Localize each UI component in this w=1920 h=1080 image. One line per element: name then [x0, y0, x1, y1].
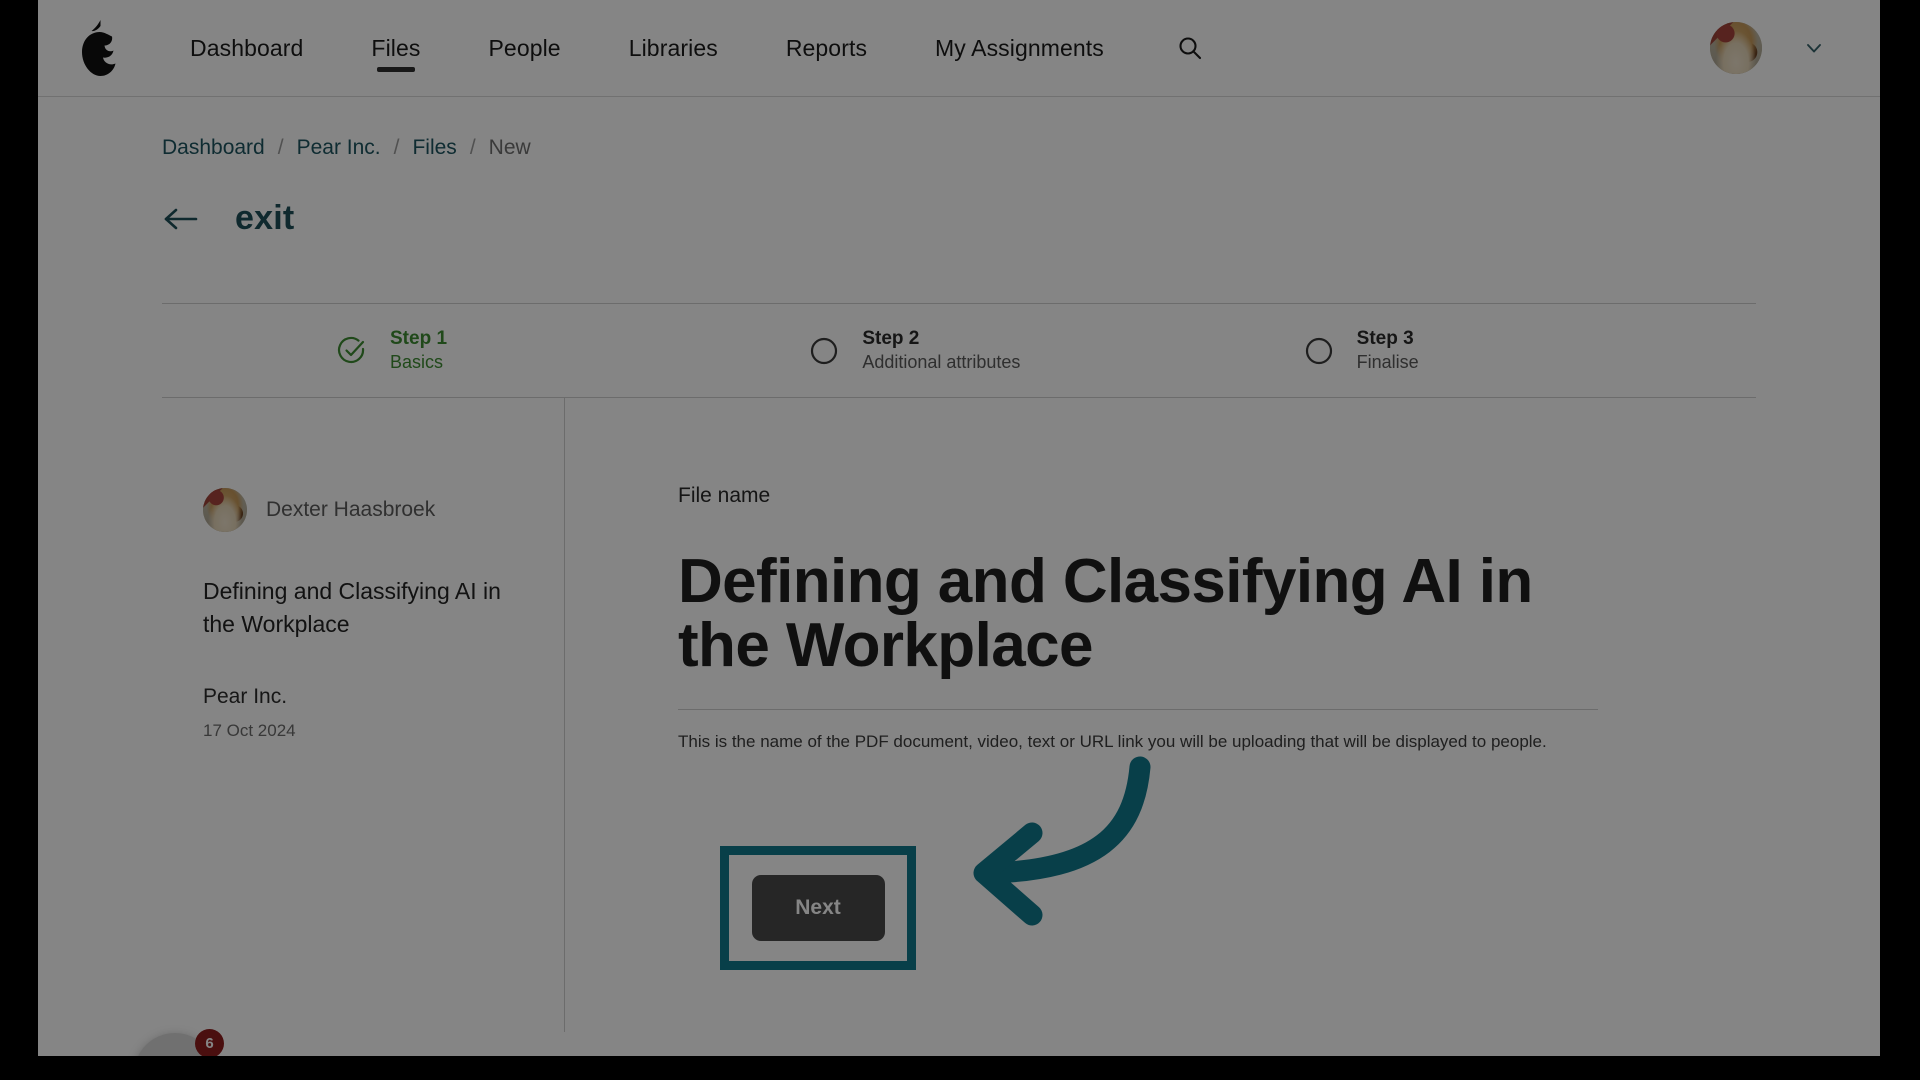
breadcrumb-separator: / — [277, 136, 284, 159]
chat-unread-badge: 6 — [195, 1029, 224, 1056]
nav-links: Dashboard Files People Libraries Reports… — [156, 0, 1138, 97]
stepper-step-3-text: Step 3 Finalise — [1357, 327, 1419, 373]
wizard-content: Dexter Haasbroek Defining and Classifyin… — [162, 398, 1756, 1032]
exit-button[interactable]: exit — [162, 199, 294, 238]
breadcrumb-separator: / — [393, 136, 400, 159]
stepper-step-3-title: Step 3 — [1356, 328, 1414, 350]
nav-link-libraries[interactable]: Libraries — [595, 0, 752, 97]
page-body: Dashboard / Pear Inc. / Files / New exit — [38, 97, 1880, 1056]
stepper-step-1-sub: Basics — [390, 352, 444, 373]
nav-link-files[interactable]: Files — [337, 0, 454, 97]
search-icon — [1179, 37, 1201, 60]
stepper-step-3[interactable]: Step 3 Finalise — [1262, 327, 1756, 373]
breadcrumb-item-pear-inc[interactable]: Pear Inc. — [297, 136, 381, 160]
stepper-step-1-title: Step 1 — [390, 328, 448, 350]
author-avatar — [203, 488, 247, 532]
author-avatar-photo — [203, 488, 247, 532]
breadcrumb-item-dashboard[interactable]: Dashboard — [162, 136, 265, 160]
stepper-step-2[interactable]: Step 2 Additional attributes — [789, 327, 1261, 373]
arrow-left-icon — [164, 208, 198, 229]
stepper-step-2-text: Step 2 Additional attributes — [862, 327, 1020, 373]
author-row: Dexter Haasbroek — [203, 488, 564, 532]
author-name: Dexter Haasbroek — [266, 498, 436, 521]
wizard-stepper: Step 1 Basics Step 2 Additional attribut… — [162, 303, 1756, 398]
stepper-step-1[interactable]: Step 1 Basics — [162, 327, 789, 373]
file-name-input[interactable]: Defining and Classifying AI in the Workp… — [678, 549, 1598, 710]
avatar[interactable] — [1710, 22, 1762, 74]
screenshot-stage: Dashboard Files People Libraries Reports… — [0, 0, 1920, 1080]
empty-circle-icon — [1305, 337, 1332, 364]
chat-launcher-button[interactable]: 6 — [134, 1029, 224, 1056]
pear-logo[interactable] — [38, 19, 156, 77]
next-button-highlight: Next — [720, 846, 916, 970]
pear-logo-icon — [82, 20, 116, 76]
organisation-name: Pear Inc. — [203, 685, 288, 709]
top-navigation-bar: Dashboard Files People Libraries Reports… — [38, 0, 1880, 97]
avatar-photo — [1710, 22, 1762, 74]
chat-launcher-icon — [153, 1052, 197, 1056]
breadcrumb-item-files[interactable]: Files — [412, 136, 456, 160]
nav-link-reports[interactable]: Reports — [752, 0, 901, 97]
check-circle-icon — [338, 336, 365, 363]
exit-label: exit — [235, 199, 295, 237]
next-button[interactable]: Next — [751, 875, 885, 941]
file-name-help-text: This is the name of the PDF document, vi… — [678, 731, 1547, 751]
nav-link-people[interactable]: People — [454, 0, 594, 97]
nav-user-area — [1710, 22, 1880, 74]
breadcrumb-separator: / — [469, 136, 476, 159]
empty-circle-icon — [811, 337, 838, 364]
breadcrumb-item-new: New — [488, 136, 531, 159]
stepper-step-3-sub: Finalise — [1356, 352, 1419, 373]
file-date: 17 Oct 2024 — [203, 721, 296, 741]
chevron-down-icon[interactable] — [1804, 38, 1824, 58]
file-name-label: File name — [678, 484, 771, 507]
app-viewport: Dashboard Files People Libraries Reports… — [38, 0, 1880, 1056]
stepper-step-2-sub: Additional attributes — [862, 352, 1021, 373]
file-title-summary: Defining and Classifying AI in the Workp… — [203, 578, 501, 637]
file-summary-panel: Dexter Haasbroek Defining and Classifyin… — [162, 398, 565, 1032]
breadcrumb: Dashboard / Pear Inc. / Files / New — [162, 136, 531, 160]
search-button[interactable] — [1170, 28, 1210, 68]
nav-link-my-assignments[interactable]: My Assignments — [901, 0, 1138, 97]
nav-link-dashboard[interactable]: Dashboard — [156, 0, 337, 97]
stepper-step-2-title: Step 2 — [862, 328, 920, 350]
stepper-step-1-text: Step 1 Basics — [390, 327, 447, 373]
